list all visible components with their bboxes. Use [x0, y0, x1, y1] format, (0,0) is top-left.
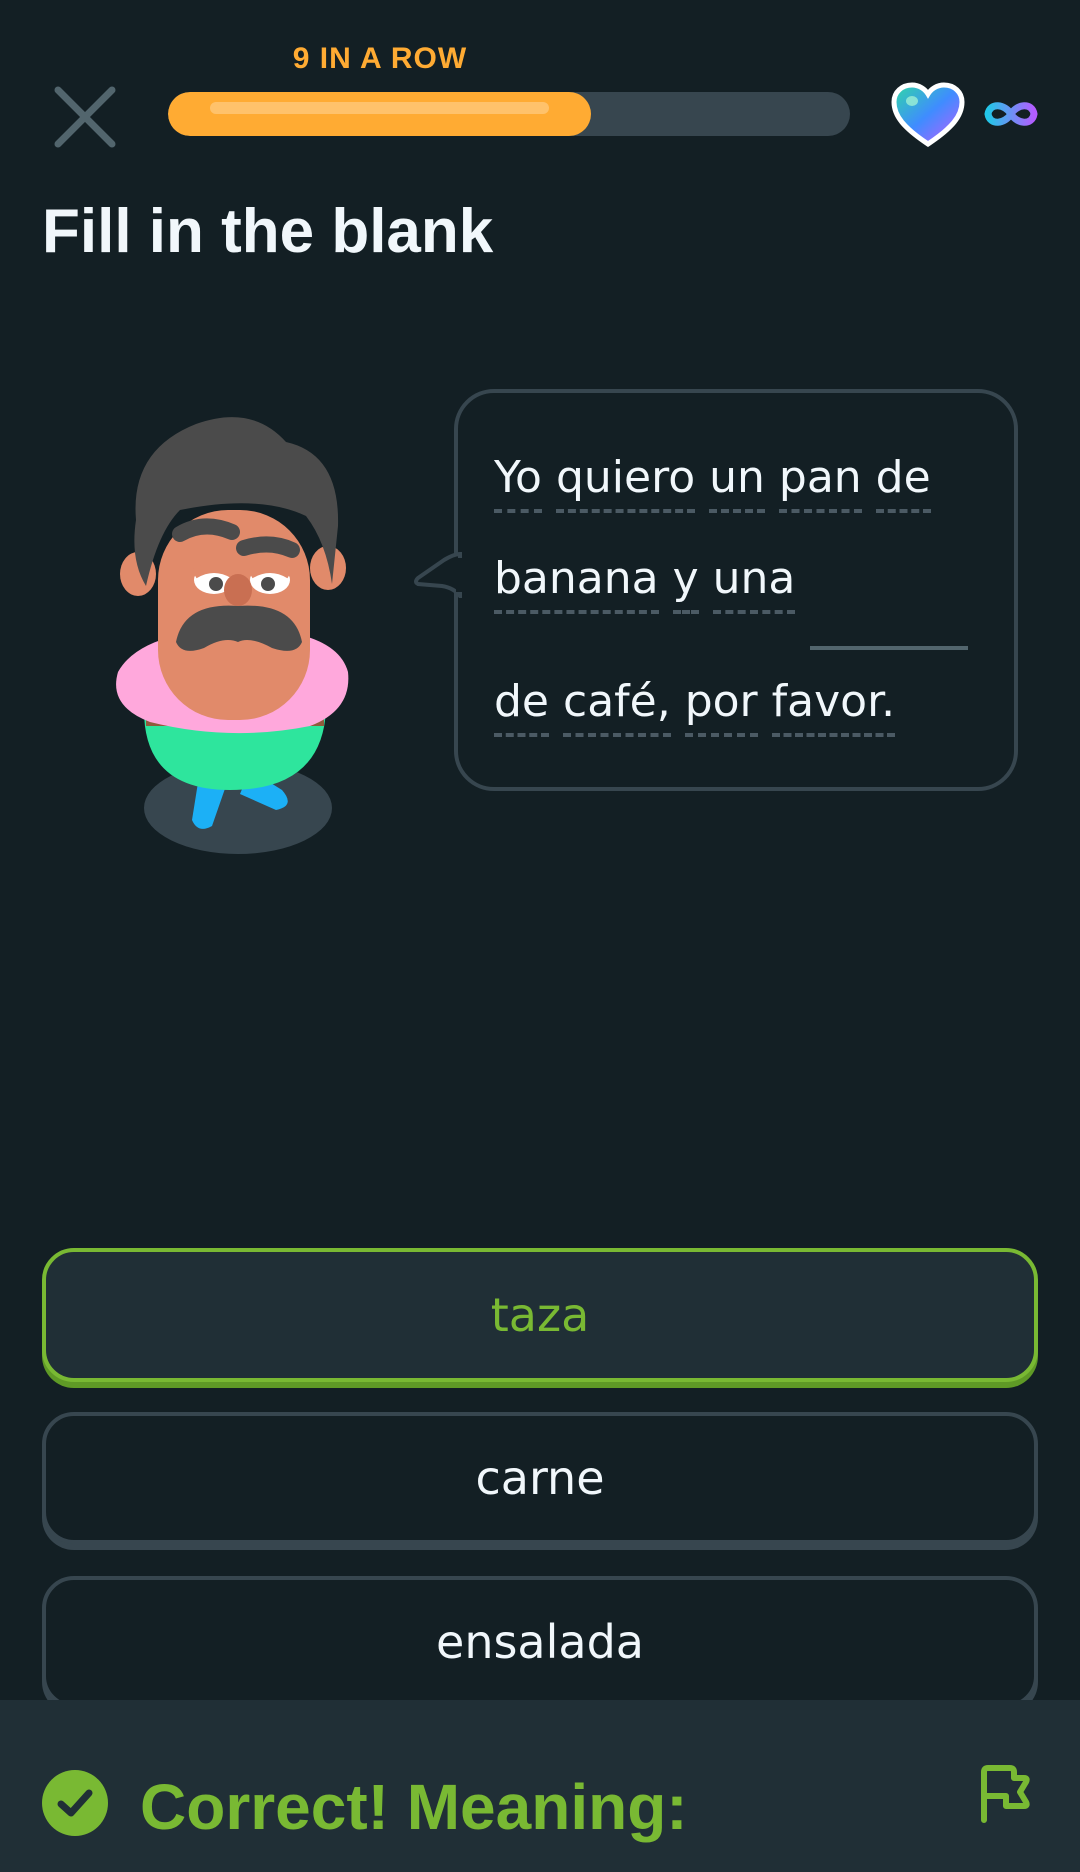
- sentence-word[interactable]: de: [494, 676, 549, 737]
- gradient-heart-icon[interactable]: [890, 82, 966, 148]
- sentence-word[interactable]: Yo: [494, 452, 542, 513]
- sentence-word[interactable]: pan: [778, 452, 862, 513]
- sentence-word[interactable]: de: [875, 452, 931, 513]
- sentence-word[interactable]: café,: [563, 676, 671, 737]
- sentence-line-2: banana y una: [494, 553, 809, 614]
- sentence-word[interactable]: y: [672, 553, 699, 614]
- sentence-word[interactable]: quiero: [555, 452, 696, 513]
- infinity-icon: [984, 102, 1038, 126]
- sentence-word[interactable]: por: [684, 676, 758, 737]
- feedback-message: Correct! Meaning:: [140, 1771, 688, 1843]
- sentence-line-3: de café, por favor.: [494, 676, 909, 737]
- option-taza-button[interactable]: taza: [42, 1248, 1038, 1382]
- answer-blank: [810, 646, 968, 650]
- sentence-line-1: Yo quiero un pan de: [494, 452, 945, 513]
- sentence-word[interactable]: banana: [494, 553, 659, 614]
- lesson-progress-bar: [168, 92, 850, 136]
- close-button[interactable]: [48, 80, 122, 154]
- streak-label: 9 IN A ROW: [292, 42, 468, 75]
- flag-icon[interactable]: [976, 1762, 1032, 1824]
- check-circle-icon: [42, 1770, 108, 1836]
- speech-bubble-tail: [414, 552, 462, 598]
- exercise-title: Fill in the blank: [42, 197, 494, 266]
- close-icon: [54, 86, 116, 148]
- option-carne-button[interactable]: carne: [42, 1412, 1038, 1544]
- sentence-word[interactable]: una: [712, 553, 796, 614]
- sentence-word[interactable]: favor.: [771, 676, 896, 737]
- character-illustration: [116, 417, 349, 854]
- progress-fill: [168, 92, 591, 136]
- progress-shine: [210, 102, 549, 114]
- option-ensalada-button[interactable]: ensalada: [42, 1576, 1038, 1708]
- sentence-word[interactable]: un: [709, 452, 765, 513]
